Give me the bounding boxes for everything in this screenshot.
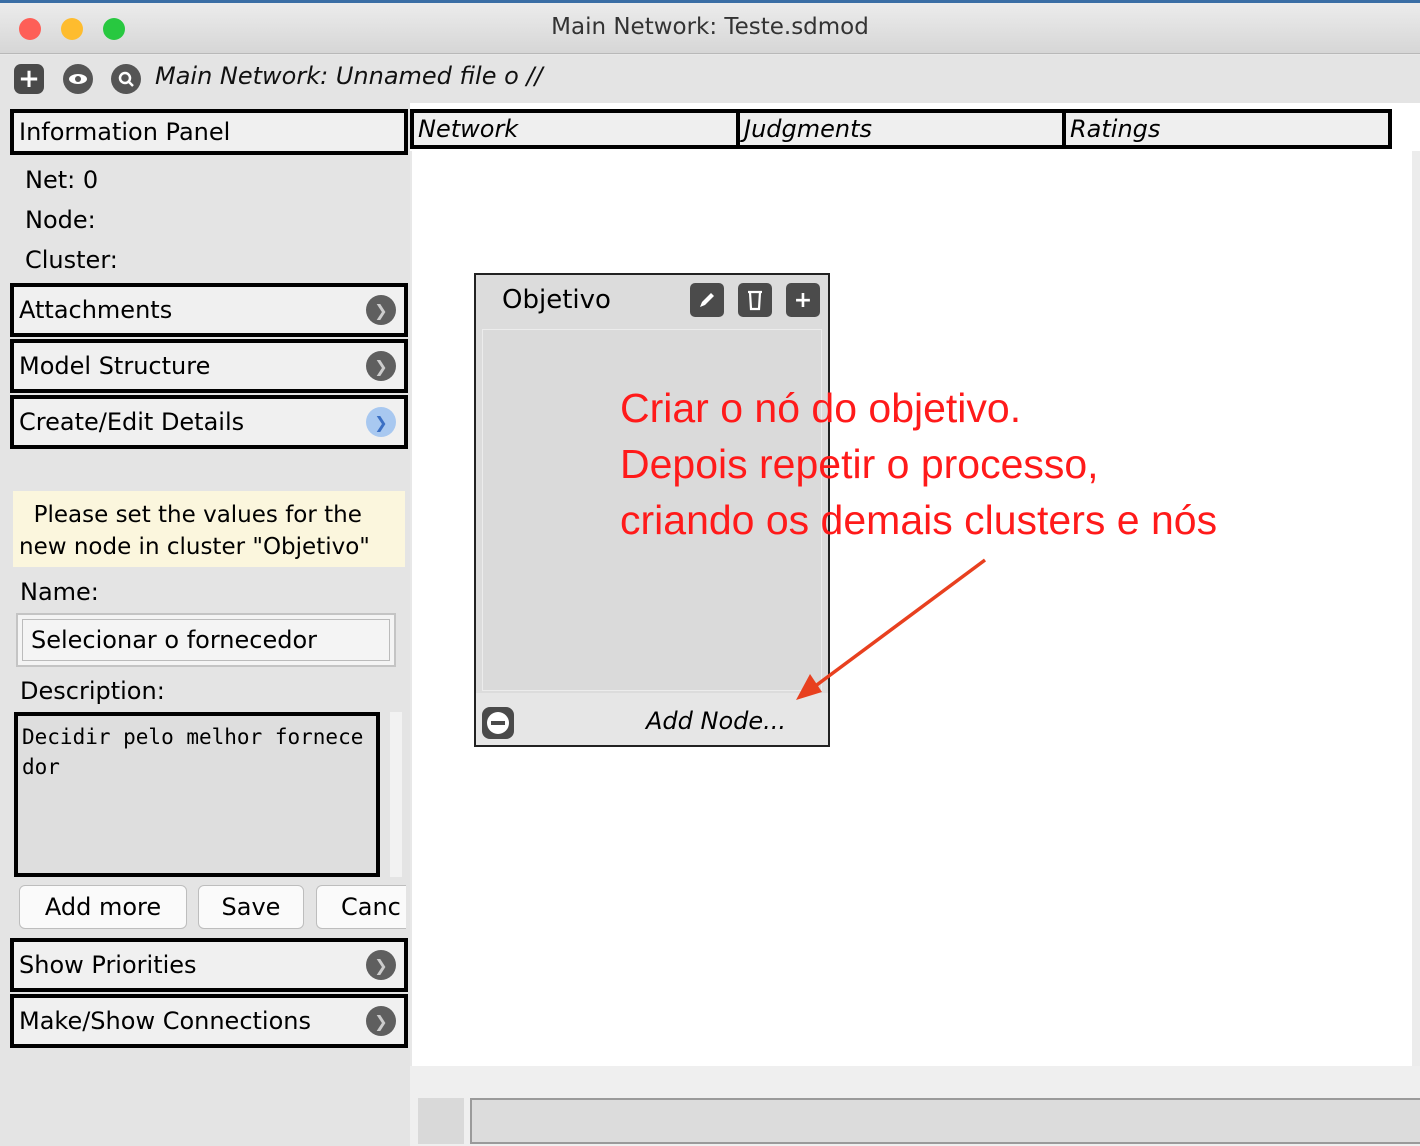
plus-icon[interactable]: + bbox=[786, 283, 820, 317]
chevron-right-icon[interactable]: ❯ bbox=[366, 950, 396, 980]
attachments-label: Attachments bbox=[19, 296, 173, 324]
add-more-button[interactable]: Add more bbox=[19, 885, 187, 929]
cancel-button[interactable]: Canc bbox=[316, 885, 406, 929]
create-edit-details-label: Create/Edit Details bbox=[19, 408, 245, 436]
chevron-right-icon[interactable]: ❯ bbox=[366, 1006, 396, 1036]
eye-icon[interactable] bbox=[63, 64, 93, 94]
tab-judgments[interactable]: Judgments bbox=[736, 109, 1066, 149]
make-show-connections-label: Make/Show Connections bbox=[19, 1007, 311, 1035]
minus-icon[interactable] bbox=[482, 707, 514, 739]
notice-line-1: Please set the values for the bbox=[19, 502, 362, 528]
name-field-value[interactable]: Selecionar o fornecedor bbox=[22, 619, 390, 661]
description-scrollbar[interactable] bbox=[390, 712, 402, 877]
model-structure-header[interactable]: Model Structure ❯ bbox=[10, 339, 408, 393]
plus-icon[interactable]: + bbox=[14, 64, 44, 94]
pencil-icon[interactable] bbox=[690, 283, 724, 317]
create-edit-details-header[interactable]: Create/Edit Details ❯ bbox=[10, 395, 408, 449]
notice-line-2: new node in cluster "Objetivo" bbox=[19, 534, 370, 560]
annotation-text: Criar o nó do objetivo. Depois repetir o… bbox=[620, 380, 1217, 548]
cluster-title: Objetivo bbox=[502, 285, 611, 315]
attachments-header[interactable]: Attachments ❯ bbox=[10, 283, 408, 337]
name-field[interactable]: Selecionar o fornecedor bbox=[16, 613, 396, 667]
trash-icon[interactable] bbox=[738, 283, 772, 317]
tab-ratings[interactable]: Ratings bbox=[1062, 109, 1392, 149]
show-priorities-label: Show Priorities bbox=[19, 951, 197, 979]
net-info: Net: 0 bbox=[25, 166, 99, 194]
magnifier-icon[interactable] bbox=[111, 64, 141, 94]
model-structure-label: Model Structure bbox=[19, 352, 211, 380]
chevron-down-icon[interactable]: ❯ bbox=[366, 407, 396, 437]
network-label: Main Network: Unnamed file o // bbox=[155, 62, 543, 90]
node-info: Node: bbox=[25, 206, 96, 234]
canvas-edge bbox=[1412, 151, 1420, 1066]
annotation-line-2: Depois repetir o processo, bbox=[620, 441, 1099, 487]
annotation-line-1: Criar o nó do objetivo. bbox=[620, 385, 1022, 431]
description-label: Description: bbox=[20, 677, 165, 705]
save-button[interactable]: Save bbox=[198, 885, 304, 929]
description-field[interactable]: Decidir pelo melhor fornecedor bbox=[14, 712, 380, 877]
name-label: Name: bbox=[20, 578, 99, 606]
information-panel-label: Information Panel bbox=[19, 118, 231, 146]
chevron-right-icon[interactable]: ❯ bbox=[366, 351, 396, 381]
bottom-input-field[interactable] bbox=[470, 1098, 1420, 1144]
tab-network[interactable]: Network bbox=[410, 109, 740, 149]
show-priorities-header[interactable]: Show Priorities ❯ bbox=[10, 938, 408, 992]
add-node-link[interactable]: Add Node... bbox=[646, 707, 786, 735]
annotation-line-3: criando os demais clusters e nós bbox=[620, 497, 1218, 543]
cluster-info: Cluster: bbox=[25, 246, 118, 274]
bottom-square bbox=[418, 1098, 464, 1144]
make-show-connections-header[interactable]: Make/Show Connections ❯ bbox=[10, 994, 408, 1048]
annotation-arrow bbox=[796, 558, 987, 700]
new-node-notice: Please set the values for the new node i… bbox=[13, 491, 405, 567]
window-title: Main Network: Teste.sdmod bbox=[551, 14, 869, 40]
chevron-right-icon[interactable]: ❯ bbox=[366, 295, 396, 325]
information-panel-header[interactable]: Information Panel bbox=[10, 109, 408, 155]
